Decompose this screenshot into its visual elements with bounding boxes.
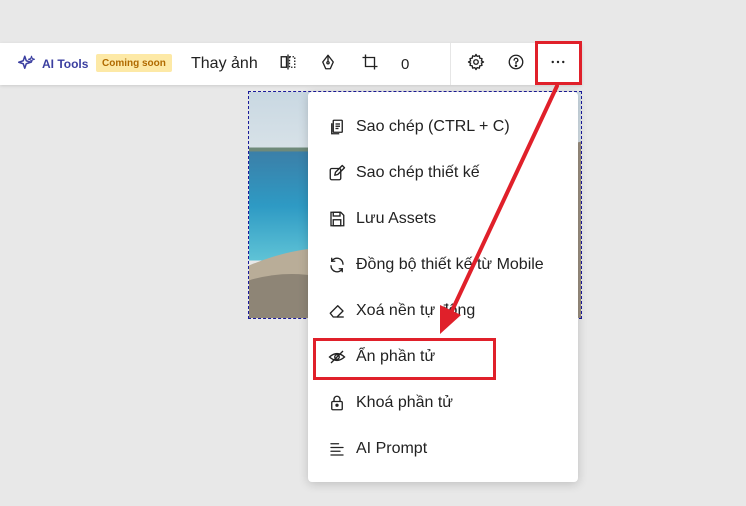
text-lines-icon bbox=[327, 439, 347, 459]
pen-tool-button[interactable] bbox=[315, 43, 341, 85]
menu-item-label: AI Prompt bbox=[356, 440, 428, 457]
sync-icon bbox=[327, 255, 347, 275]
menu-item-label: Xoá nền tự động bbox=[356, 302, 476, 319]
copy-design-icon bbox=[327, 163, 347, 183]
pen-icon bbox=[319, 53, 337, 76]
sparkle-icon bbox=[18, 54, 36, 75]
crop-icon bbox=[361, 53, 379, 76]
lock-icon bbox=[327, 393, 347, 413]
menu-item-label: Lưu Assets bbox=[356, 210, 437, 227]
help-icon bbox=[507, 53, 525, 76]
menu-item-copy[interactable]: Sao chép (CTRL + C) bbox=[308, 107, 578, 147]
editor-toolbar: AI Tools Coming soon Thay ảnh 0 bbox=[0, 43, 582, 85]
toolbar-divider bbox=[450, 43, 451, 85]
counter-value[interactable]: 0 bbox=[401, 43, 409, 85]
menu-item-sync-mobile[interactable]: Đồng bộ thiết kế từ Mobile bbox=[308, 245, 578, 285]
gear-icon bbox=[467, 53, 485, 76]
copy-icon bbox=[327, 117, 347, 137]
menu-item-label: Khoá phần tử bbox=[356, 394, 454, 411]
menu-item-ai-prompt[interactable]: AI Prompt bbox=[308, 429, 578, 469]
crop-button[interactable] bbox=[357, 43, 383, 85]
menu-item-lock-element[interactable]: Khoá phần tử bbox=[308, 383, 578, 423]
help-button[interactable] bbox=[503, 43, 529, 85]
coming-soon-badge: Coming soon bbox=[96, 54, 172, 72]
eraser-icon bbox=[327, 301, 347, 321]
ai-tools-label: AI Tools bbox=[42, 57, 89, 71]
menu-item-remove-background[interactable]: Xoá nền tự động bbox=[308, 291, 578, 331]
flip-icon bbox=[279, 53, 297, 76]
more-options-menu: Sao chép (CTRL + C) Sao chép thiết kế Lư… bbox=[308, 92, 578, 482]
highlight-hide-element bbox=[313, 338, 496, 380]
ai-tools-button[interactable]: AI Tools bbox=[18, 43, 88, 85]
menu-item-label: Sao chép (CTRL + C) bbox=[356, 118, 510, 135]
menu-item-copy-design[interactable]: Sao chép thiết kế bbox=[308, 153, 578, 193]
replace-image-button[interactable]: Thay ảnh bbox=[191, 43, 258, 85]
save-icon bbox=[327, 209, 347, 229]
menu-item-label: Sao chép thiết kế bbox=[356, 164, 480, 181]
menu-item-save-assets[interactable]: Lưu Assets bbox=[308, 199, 578, 239]
flip-button[interactable] bbox=[275, 43, 301, 85]
menu-item-label: Đồng bộ thiết kế từ Mobile bbox=[356, 256, 544, 273]
highlight-more-options bbox=[535, 41, 582, 85]
settings-button[interactable] bbox=[463, 43, 489, 85]
